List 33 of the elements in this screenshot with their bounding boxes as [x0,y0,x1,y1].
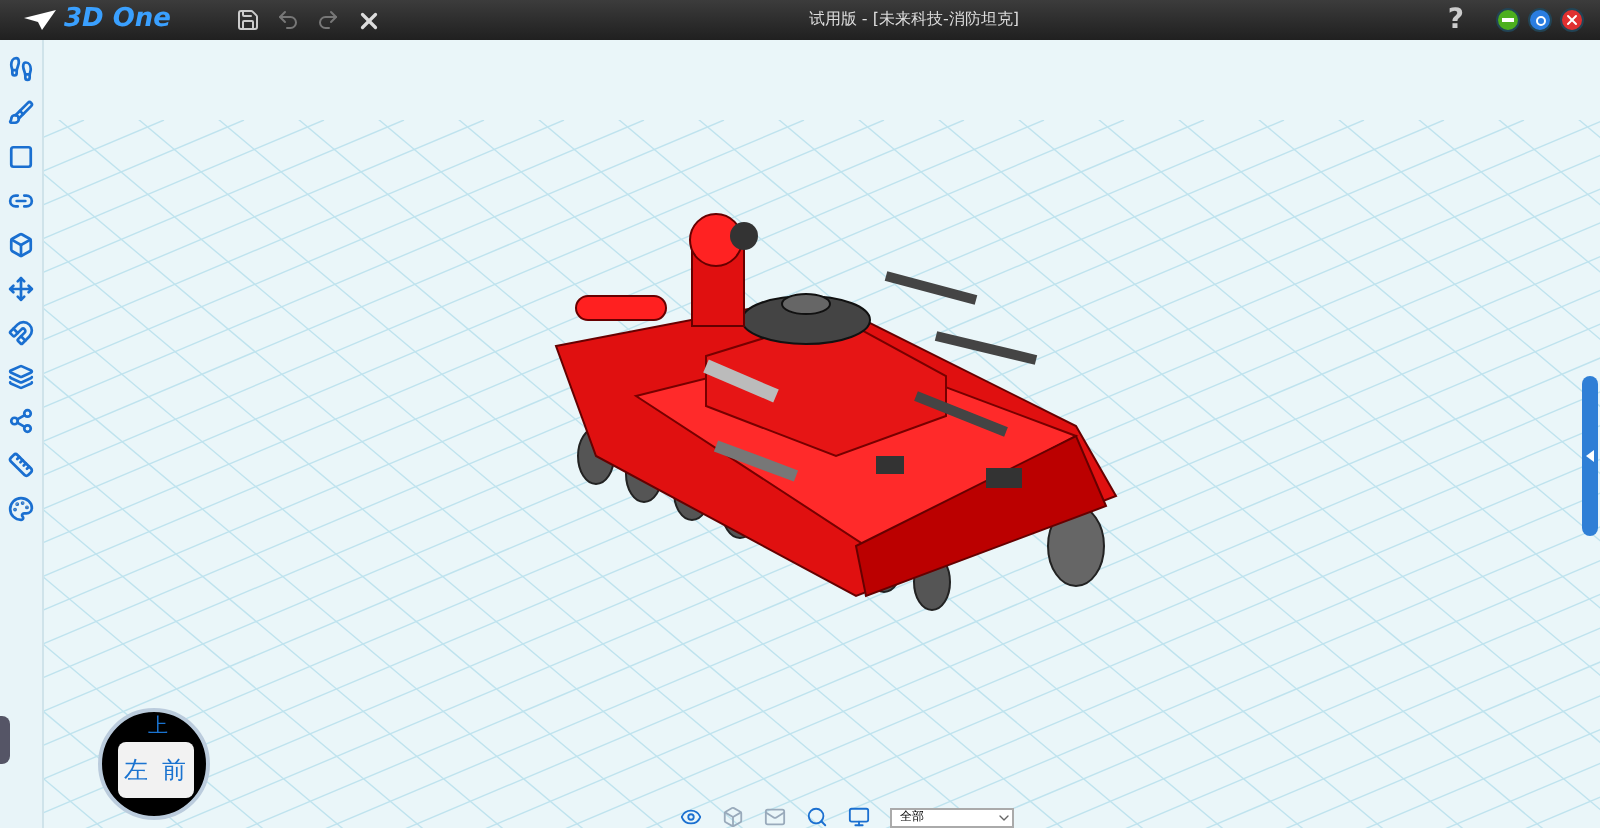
magnet-icon[interactable] [8,320,34,346]
monitor-icon[interactable] [848,806,870,828]
caret-icon [996,810,1012,826]
view-cube-face-label[interactable]: 上 [148,718,168,738]
palette-icon[interactable] [8,496,34,522]
square-icon[interactable] [8,144,34,170]
window-title: 试用版 - [未来科技-消防坦克] [808,8,1019,32]
close-button[interactable] [1560,8,1584,32]
cube-icon[interactable] [8,232,34,258]
undo-icon[interactable] [276,8,300,32]
search-icon[interactable] [806,806,828,828]
save-icon[interactable] [236,8,260,32]
maximize-button[interactable] [1528,8,1552,32]
view-cube[interactable]: 上 左 前 [98,708,210,820]
close-icon [1564,12,1580,28]
redo-icon[interactable] [316,8,340,32]
eye-icon[interactable] [680,806,702,828]
link-icon[interactable] [8,188,34,214]
brush-icon[interactable] [8,100,34,126]
footprint-icon[interactable] [8,56,34,82]
layers-icon[interactable] [8,364,34,390]
minimize-button[interactable] [1496,8,1520,32]
help-button[interactable]: ? [1447,0,1464,41]
view-cube-face-label[interactable]: 前 [162,758,186,782]
app-logo: 3D One [64,2,171,39]
nodes-icon[interactable] [8,408,34,434]
right-panel-handle[interactable] [1582,376,1598,536]
close-icon[interactable] [356,7,382,33]
paper-plane-icon [24,10,56,30]
ruler-icon[interactable] [8,452,34,478]
side-tab[interactable] [0,716,10,764]
view-cube-face-label[interactable]: 左 [124,758,148,782]
move-icon[interactable] [8,276,34,302]
